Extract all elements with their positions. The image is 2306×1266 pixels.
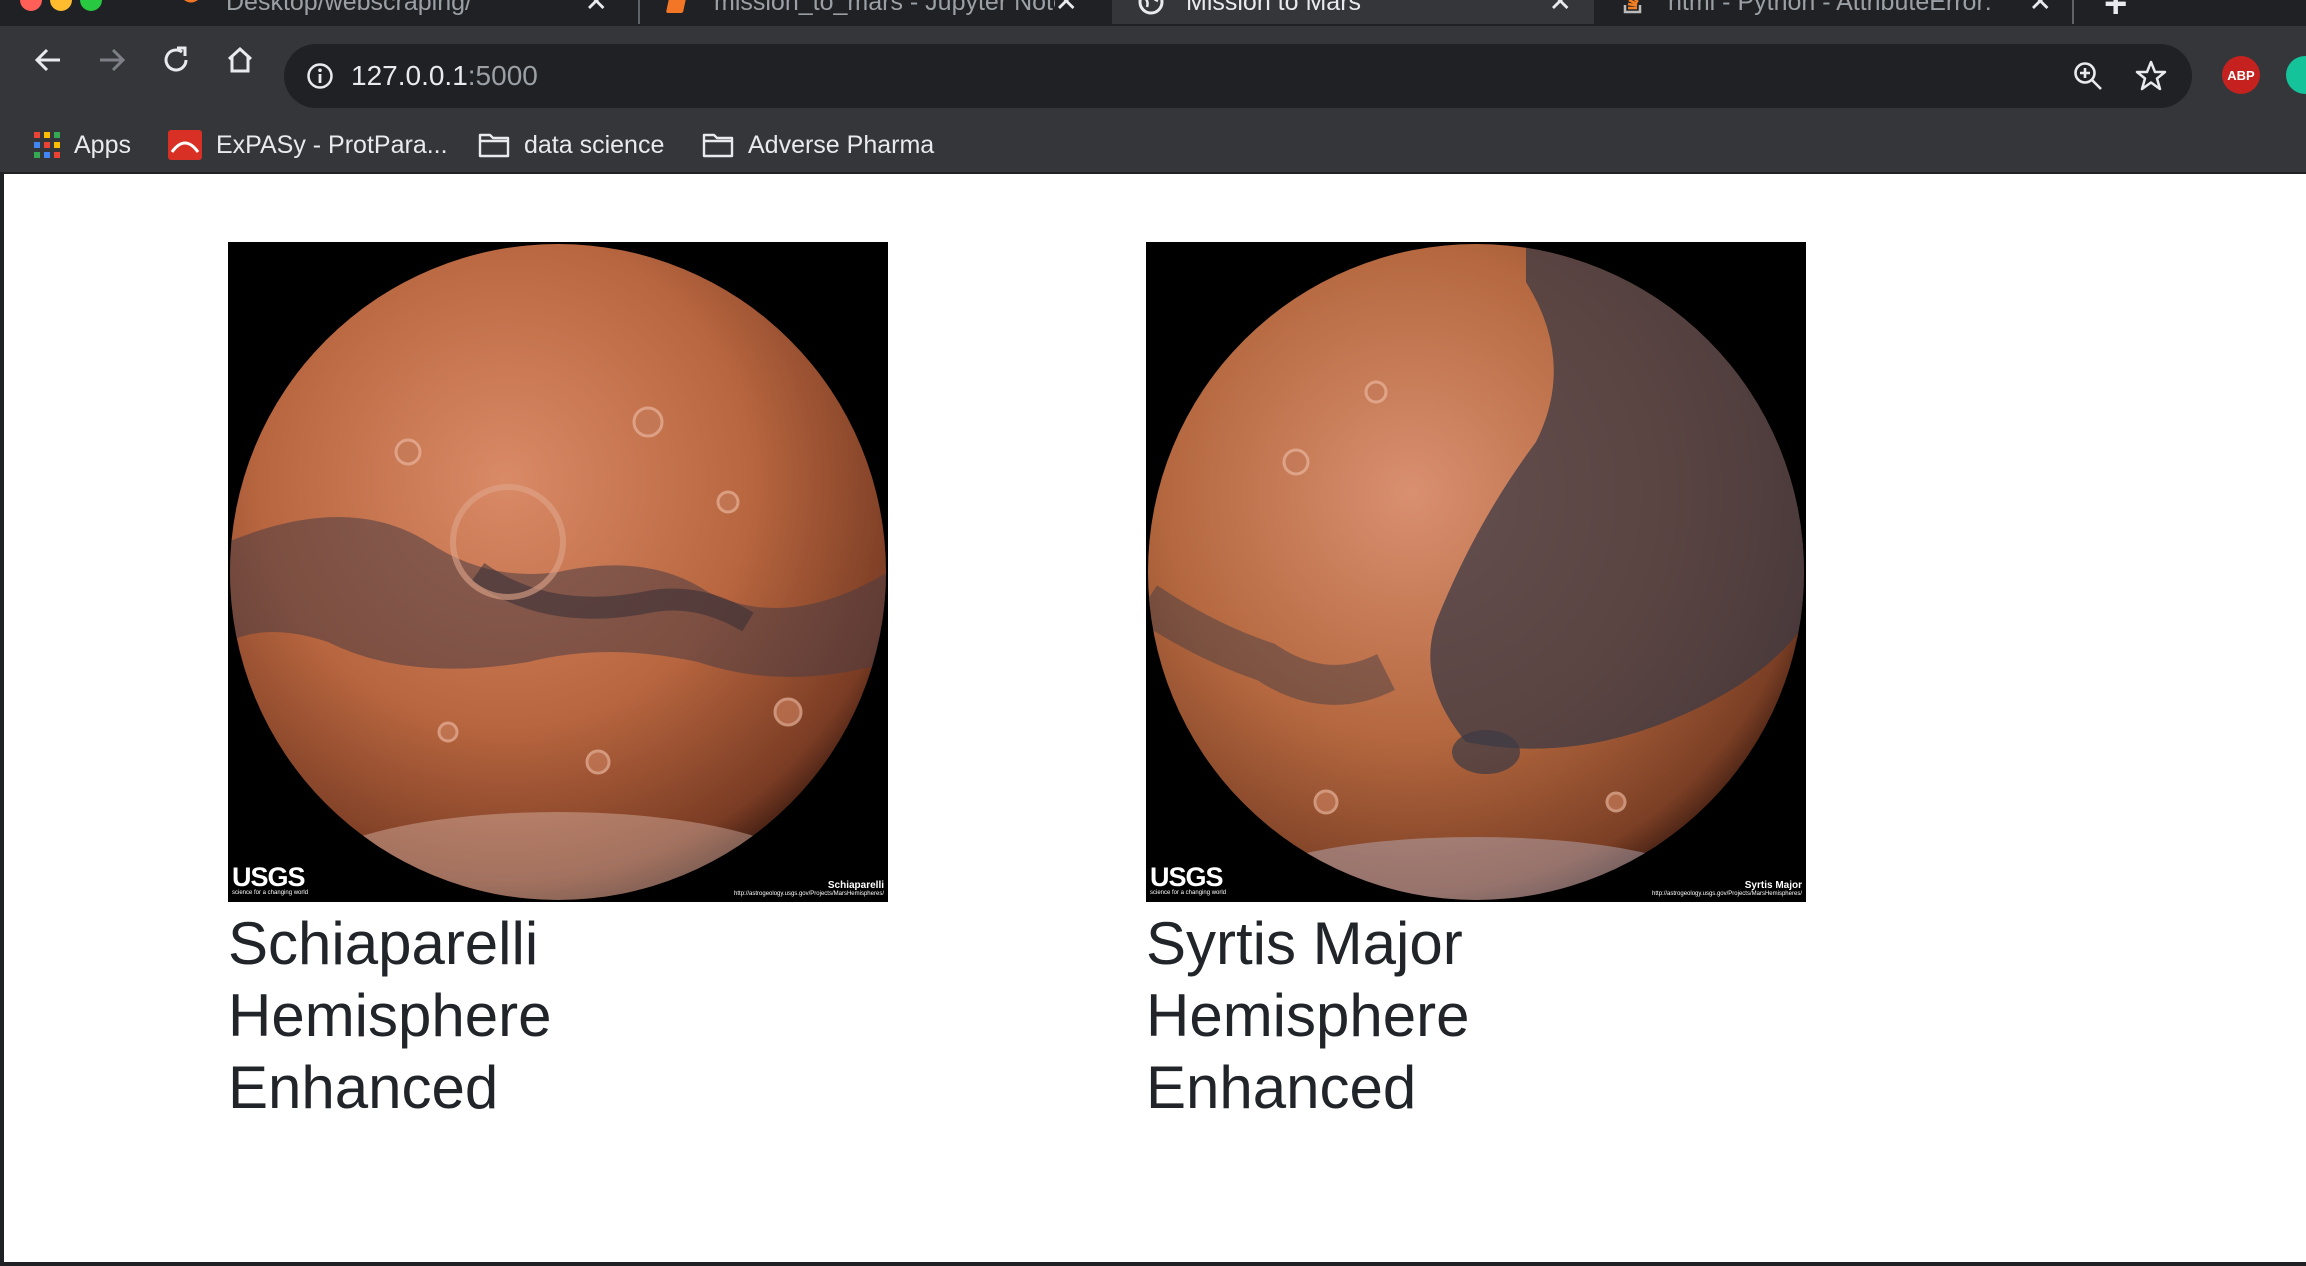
back-arrow-icon <box>34 48 60 72</box>
tab-stackoverflow[interactable]: html - Python - AttributeError: ' ✕ <box>1594 0 2074 24</box>
tab-divider <box>2072 0 2074 24</box>
bookmark-folder-data-science[interactable]: data science <box>478 118 664 172</box>
folder-icon <box>702 133 734 158</box>
close-icon[interactable]: ✕ <box>2029 0 2052 16</box>
hemisphere-image[interactable]: USGS science for a changing world Syrtis… <box>1146 242 1806 902</box>
hemisphere-title: Schiaparelli Hemisphere Enhanced <box>228 910 552 1121</box>
image-caption-name: Schiaparelli <box>827 880 884 891</box>
tab-desktop-webscraping[interactable]: Desktop/webscraping/ ✕ <box>150 0 630 24</box>
abp-label: ABP <box>2227 67 2255 83</box>
home-icon <box>227 46 253 73</box>
bookmarks-bar: Apps ExPASy - ProtPara... data science A… <box>0 118 2306 172</box>
image-caption-name: Syrtis Major <box>1744 880 1802 891</box>
bookmark-label: data science <box>524 130 665 159</box>
bookmark-expasy[interactable]: ExPASy - ProtPara... <box>168 118 448 172</box>
bookmark-label: ExPASy - ProtPara... <box>216 130 448 159</box>
usgs-logo: USGS science for a changing world <box>1150 862 1226 896</box>
image-caption-url: http://astrogeology.usgs.gov/Projects/Ma… <box>734 891 884 897</box>
tab-mission-to-mars-notebook[interactable]: mission_to_mars - Jupyter Noteb ✕ <box>640 0 1100 24</box>
back-button[interactable] <box>26 38 70 82</box>
usgs-logo-text: USGS <box>232 862 306 892</box>
forward-button[interactable] <box>90 38 134 82</box>
folder-icon <box>478 133 510 158</box>
tab-title: Desktop/webscraping/ <box>226 0 472 16</box>
address-bar[interactable]: 127.0.0.1:5000 <box>284 44 2192 108</box>
forward-arrow-icon <box>100 48 126 72</box>
hemisphere-card-syrtis-major: USGS science for a changing world Syrtis… <box>1146 242 1806 1124</box>
bookmark-label: Adverse Pharma <box>748 130 935 159</box>
bookmark-apps[interactable]: Apps <box>34 118 131 172</box>
image-caption: Syrtis Major http://astrogeology.usgs.go… <box>1652 880 1802 897</box>
hemisphere-title: Syrtis Major Hemisphere Enhanced <box>1146 910 1470 1121</box>
url-text[interactable]: 127.0.0.1:5000 <box>351 60 538 92</box>
tab-mission-to-mars[interactable]: Mission to Mars ✕ <box>1112 0 1594 24</box>
url-port: :5000 <box>467 60 538 91</box>
reload-icon <box>164 46 188 72</box>
expasy-icon <box>168 130 202 160</box>
image-caption: Schiaparelli http://astrogeology.usgs.go… <box>734 880 884 897</box>
image-caption-url: http://astrogeology.usgs.gov/Projects/Ma… <box>1652 891 1802 897</box>
tab-title: Mission to Mars <box>1186 0 1362 16</box>
site-info-icon[interactable] <box>306 62 334 95</box>
usgs-tagline: science for a changing world <box>232 890 309 896</box>
apps-grid-icon <box>34 132 60 158</box>
zoom-icon[interactable] <box>2072 60 2104 97</box>
new-tab-button[interactable]: + <box>2104 0 2127 26</box>
notebook-icon <box>666 0 692 15</box>
hemisphere-image[interactable]: USGS science for a changing world Schiap… <box>228 242 888 902</box>
minimize-window-button[interactable] <box>50 0 72 11</box>
bookmark-star-icon[interactable] <box>2134 59 2168 98</box>
bookmark-label: Apps <box>74 130 131 159</box>
close-icon[interactable]: ✕ <box>1055 0 1078 16</box>
globe-icon <box>1138 0 1164 15</box>
adblock-plus-icon[interactable]: ABP <box>2222 56 2260 94</box>
hemisphere-card-schiaparelli: USGS science for a changing world Schiap… <box>228 242 888 1124</box>
grammarly-icon[interactable] <box>2286 56 2306 94</box>
home-button[interactable] <box>218 38 262 82</box>
close-icon[interactable]: ✕ <box>585 0 608 16</box>
maximize-window-button[interactable] <box>80 0 102 11</box>
jupyter-icon <box>178 0 204 15</box>
url-host: 127.0.0.1 <box>351 60 468 91</box>
tab-strip: Desktop/webscraping/ ✕ mission_to_mars -… <box>0 0 2306 26</box>
page-content: USGS science for a changing world Schiap… <box>4 174 2306 1262</box>
tab-title: html - Python - AttributeError: ' <box>1668 0 2004 16</box>
close-window-button[interactable] <box>20 0 42 11</box>
usgs-logo-text: USGS <box>1150 862 1224 892</box>
reload-button[interactable] <box>154 38 198 82</box>
close-icon[interactable]: ✕ <box>1549 0 1572 16</box>
mars-globe-image <box>230 244 886 900</box>
bookmark-folder-adverse-pharma[interactable]: Adverse Pharma <box>702 118 934 172</box>
usgs-tagline: science for a changing world <box>1150 890 1227 896</box>
tab-title: mission_to_mars - Jupyter Noteb <box>714 0 1055 16</box>
mars-globe-image <box>1148 244 1804 900</box>
browser-toolbar: 127.0.0.1:5000 ABP <box>0 26 2306 118</box>
stackoverflow-icon <box>1620 0 1646 15</box>
usgs-logo: USGS science for a changing world <box>232 862 308 896</box>
